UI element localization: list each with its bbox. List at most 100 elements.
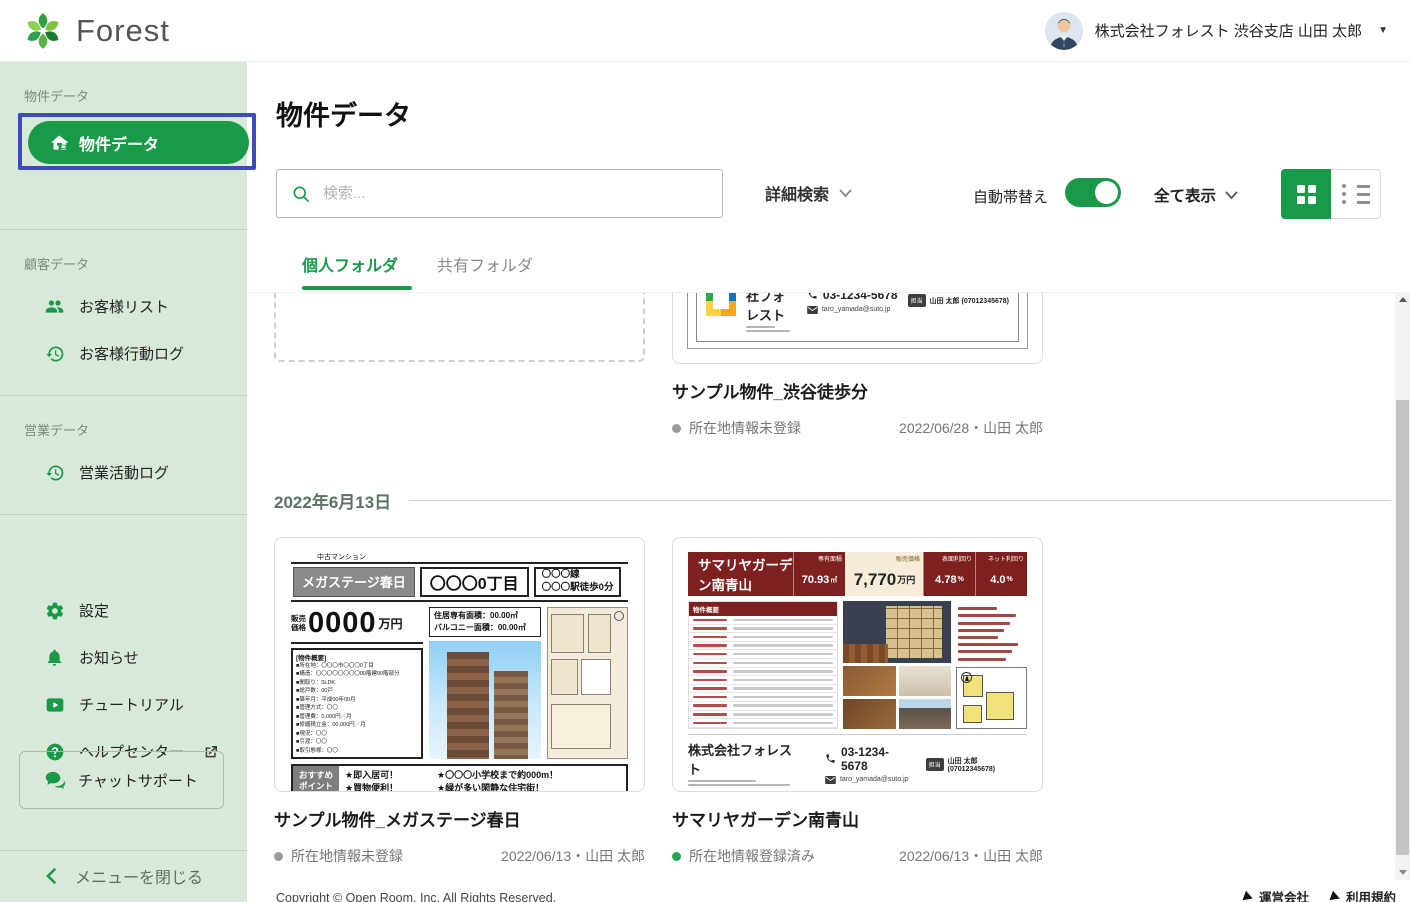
search-icon (291, 184, 311, 204)
main-content: 物件データ 詳細検索 自動帯替え 全て表示 個人フォルダ 共有フォルダ (247, 62, 1410, 902)
flyer-company-address (688, 780, 805, 786)
grid-view-button[interactable] (1281, 169, 1331, 219)
property-card-shibuya[interactable]: 株式会社フォレスト 03-1234-5678 taro_ (672, 292, 1043, 364)
sidebar-item-tutorial-label: チュートリアル (79, 694, 184, 715)
sidebar-section-sales: 営業データ (0, 420, 247, 439)
photo-thumb (843, 666, 896, 696)
phone-icon (807, 292, 818, 300)
terms-link[interactable]: 利用規約 (1331, 887, 1396, 902)
sidebar-item-property-label: 物件データ (79, 131, 159, 155)
flyer-station: 〇〇〇線 〇〇〇駅徒歩0分 (534, 567, 622, 597)
photo-thumb (899, 666, 952, 696)
active-item-highlight-box: 物件データ (18, 113, 256, 170)
flyer-phone-number: 03-1234-5678 (823, 292, 898, 302)
sidebar-item-sales-log[interactable]: 営業活動ログ (0, 449, 247, 496)
date-group-separator: 2022年6月13日 (274, 488, 1391, 513)
spec-table-rows (689, 616, 837, 728)
show-all-dropdown[interactable]: 全て表示 (1154, 184, 1238, 206)
flyer-company-name: 株式会社フォレスト (746, 292, 797, 324)
flyer-address: 〇〇〇0丁目 (420, 567, 529, 597)
advanced-search-button[interactable]: 詳細検索 (765, 181, 852, 205)
toggle-knob (1095, 181, 1118, 204)
card-date-owner: 2022/06/13・山田 太郎 (501, 846, 645, 866)
compass-icon (961, 672, 972, 683)
account-menu[interactable]: 株式会社フォレスト 渋谷支店 山田 太郎 ▼ (1045, 12, 1410, 50)
bell-icon (44, 647, 65, 668)
footer-links: 運営会社 利用規約 (1244, 887, 1396, 902)
chat-support-label: チャットサポート (78, 770, 198, 791)
spec-table-header: 物件概要 (689, 602, 837, 616)
scrollbar-down-arrow[interactable] (1395, 865, 1410, 880)
flyer-image-samariya: サマリヤガーデン南青山 専有面積 70.93㎡ 販売価格 7,770万円 表面利… (683, 548, 1032, 781)
scrollbar-track[interactable] (1395, 292, 1410, 880)
advanced-search-label: 詳細検索 (765, 181, 829, 205)
sidebar-item-news-label: お知らせ (79, 647, 139, 668)
history-icon (44, 343, 65, 364)
phone-icon (825, 753, 836, 764)
sidebar-item-settings[interactable]: 設定 (0, 587, 247, 634)
sidebar: 物件データ 物件データ 顧客データ お客様リスト お客様行動ログ 営業データ 営… (0, 62, 247, 902)
auto-band-toggle[interactable] (1065, 178, 1121, 207)
sidebar-item-sales-log-label: 営業活動ログ (79, 462, 169, 483)
flyer-phone-number: 03-1234-5678 (841, 745, 916, 773)
grid-icon (1297, 185, 1316, 204)
show-all-label: 全て表示 (1154, 184, 1216, 206)
tab-shared-folder[interactable]: 共有フォルダ (437, 252, 533, 276)
close-menu-button[interactable]: メニューを閉じる (0, 856, 247, 896)
sidebar-item-property-data[interactable]: 物件データ (28, 121, 249, 164)
flyer-price-cell: 販売価格 7,770万円 (845, 552, 923, 596)
flyer-spec-table: 物件概要 (688, 601, 838, 729)
flyer-property-name: メガステージ春日 (293, 567, 415, 597)
tab-personal-folder[interactable]: 個人フォルダ (302, 252, 398, 276)
account-caret-icon: ▼ (1378, 25, 1388, 36)
separator-line (409, 500, 1391, 501)
location-status-dot (274, 852, 283, 861)
scrollbar-thumb[interactable] (1396, 400, 1409, 855)
company-link[interactable]: 運営会社 (1244, 887, 1309, 902)
flyer-overview-box: [物件概要] ■所在地：〇〇〇市〇〇〇0丁目■構造：〇〇〇〇〇〇〇〇00階建00… (291, 648, 423, 760)
gear-icon (44, 600, 65, 621)
sidebar-item-tutorial[interactable]: チュートリアル (0, 681, 247, 728)
building-photo (429, 641, 541, 760)
sidebar-item-news[interactable]: お知らせ (0, 634, 247, 681)
flyer-area-cell: 専有面積 70.93㎡ (793, 552, 845, 596)
chat-bubbles-icon (45, 770, 66, 791)
contact-badge: 担当 (926, 758, 944, 771)
flyer-property-name: サマリヤガーデン南青山 (688, 552, 793, 596)
people-icon (44, 296, 65, 317)
flyer-header-bar: サマリヤガーデン南青山 専有面積 70.93㎡ 販売価格 7,770万円 表面利… (688, 552, 1027, 596)
card-title: サマリヤガーデン南青山 (672, 806, 1043, 831)
flyer-company-name: 株式会社フォレスト (688, 740, 805, 778)
mail-icon (825, 776, 836, 784)
property-card-megastage[interactable]: 中古マンション メガステージ春日 〇〇〇0丁目 〇〇〇線 〇〇〇駅徒歩0分 (274, 537, 645, 792)
flyer-category: 中古マンション (317, 552, 628, 562)
flyer-contact-name: 山田 太郎 (07012345678) (930, 296, 1009, 306)
search-input[interactable] (323, 185, 708, 202)
card-row-top: 株式会社フォレスト 03-1234-5678 taro_ (247, 292, 1395, 364)
sidebar-item-customer-log-label: お客様行動ログ (79, 343, 184, 364)
auto-band-label: 自動帯替え (973, 186, 1048, 207)
date-group-heading: 2022年6月13日 (274, 488, 391, 513)
terms-link-label: 利用規約 (1346, 887, 1396, 902)
scrollbar-up-arrow[interactable] (1395, 292, 1410, 307)
flyer-email: taro_yamada@suto.jp (840, 776, 909, 783)
flyer-feature-bullets (956, 601, 1027, 665)
mail-icon (807, 306, 818, 314)
property-card-samariya[interactable]: サマリヤガーデン南青山 専有面積 70.93㎡ 販売価格 7,770万円 表面利… (672, 537, 1043, 792)
sidebar-divider (0, 395, 247, 396)
flyer-area-box: 住居専有面積：00.00㎡バルコニー面積：00.00㎡ (429, 607, 541, 637)
view-switcher (1281, 169, 1381, 219)
copyright-text: Copyright © Open Room, Inc. All Rights R… (276, 891, 556, 902)
sidebar-item-customer-list[interactable]: お客様リスト (0, 283, 247, 330)
card-caption-megastage: サンプル物件_メガステージ春日 所在地情報未登録 2022/06/13・山田 太… (274, 792, 645, 866)
chat-support-button[interactable]: チャットサポート (19, 751, 224, 809)
card-title: サンプル物件_メガステージ春日 (274, 806, 645, 831)
card-date-owner: 2022/06/13・山田 太郎 (899, 846, 1043, 866)
tab-active-underline (302, 286, 412, 290)
empty-dropzone[interactable] (274, 292, 645, 362)
list-view-button[interactable] (1331, 169, 1381, 219)
photo-thumb (843, 699, 896, 729)
brand-logo: Forest (0, 8, 170, 54)
sidebar-item-customer-log[interactable]: お客様行動ログ (0, 330, 247, 377)
chevron-left-icon (40, 866, 61, 887)
